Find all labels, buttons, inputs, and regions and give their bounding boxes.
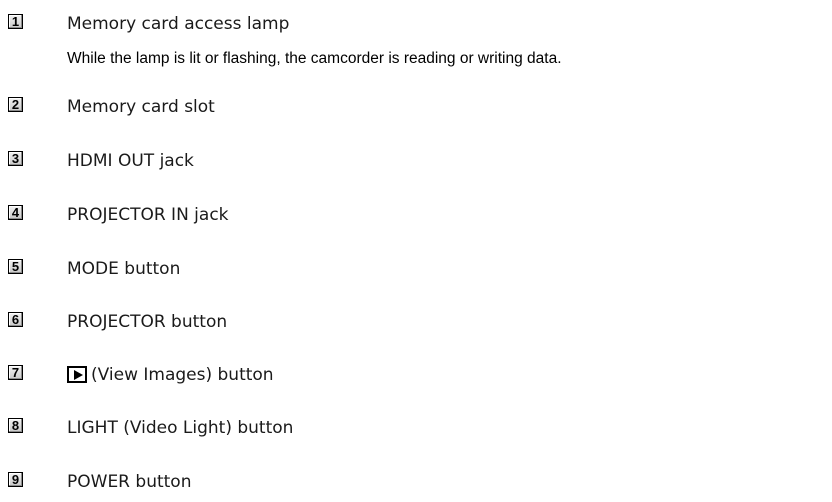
number-badge: 8 (8, 418, 23, 433)
part-label: MODE button (67, 259, 181, 279)
number-badge: 1 (8, 14, 23, 29)
part-description: While the lamp is lit or flashing, the c… (67, 50, 562, 67)
number-badge: 5 (8, 259, 23, 274)
parts-list: 1 Memory card access lamp While the lamp… (0, 0, 832, 502)
number-badge: 9 (8, 472, 23, 487)
part-label: Memory card access lamp (67, 14, 290, 34)
number-badge: 6 (8, 312, 23, 327)
part-label-with-icon: (View Images) button (67, 365, 274, 385)
part-label: HDMI OUT jack (67, 151, 194, 171)
part-label: POWER button (67, 472, 192, 492)
number-badge: 7 (8, 365, 23, 380)
number-badge: 2 (8, 97, 23, 112)
part-label: LIGHT (Video Light) button (67, 418, 294, 438)
part-label: PROJECTOR IN jack (67, 205, 229, 225)
part-label-text: (View Images) button (91, 365, 274, 385)
part-label: PROJECTOR button (67, 312, 228, 332)
number-badge: 4 (8, 205, 23, 220)
number-badge: 3 (8, 151, 23, 166)
part-label: Memory card slot (67, 97, 215, 117)
play-icon (67, 366, 87, 383)
